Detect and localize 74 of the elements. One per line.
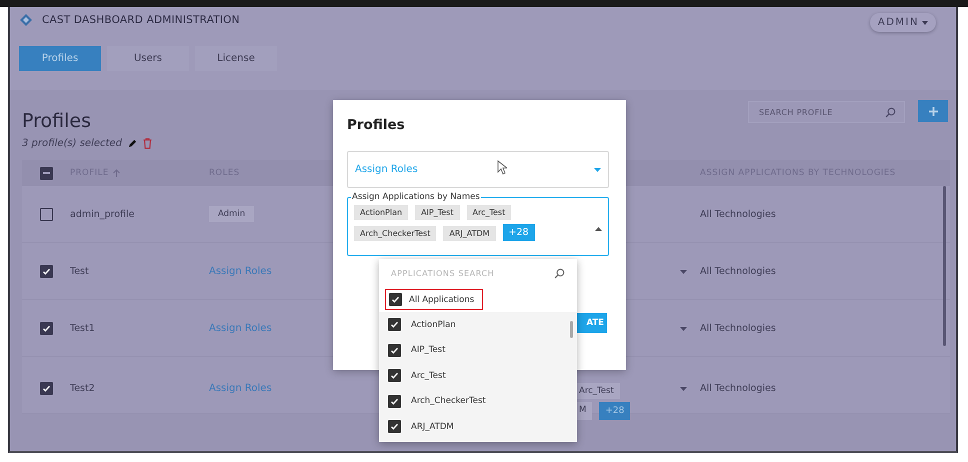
applications-field[interactable]: Assign Applications by Names ActionPlan AIP_Test Arc_Test Arch_CheckerTest ARJ_ATDM +28 <box>347 192 609 256</box>
all-applications-option[interactable]: All Applications <box>385 289 484 310</box>
caret-icon[interactable] <box>595 227 602 231</box>
profile-name: Test <box>70 266 90 276</box>
checkmark-icon <box>390 371 399 380</box>
technologies-cell-text: All Technologies <box>700 322 777 334</box>
application-option[interactable]: Arch_CheckerTest <box>411 396 486 406</box>
application-chip: AIP_Test <box>415 205 460 220</box>
selection-note: 3 profile(s) selected <box>22 138 122 149</box>
dropdown-caret-icon[interactable] <box>680 387 687 391</box>
search-input[interactable]: SEARCH PROFILE <box>757 106 885 118</box>
dialog-title: Profiles <box>347 117 406 133</box>
more-count-badge: +28 <box>502 224 535 241</box>
caret-icon <box>594 168 601 172</box>
checkbox[interactable] <box>40 264 53 278</box>
application-chip: Arch_CheckerTest <box>354 226 436 241</box>
dropdown-caret-icon[interactable] <box>680 326 687 330</box>
add-button[interactable] <box>918 100 948 122</box>
more-count-badge: +28 <box>599 402 630 420</box>
checkbox[interactable] <box>388 394 401 408</box>
applications-search-input[interactable]: APPLICATIONS SEARCH <box>389 268 533 278</box>
profile-name: Test2 <box>70 383 96 394</box>
checkmark-icon <box>390 320 399 330</box>
caret-icon <box>922 20 928 24</box>
checkmark-icon <box>42 384 51 393</box>
checkbox[interactable] <box>40 208 53 220</box>
checkbox[interactable] <box>388 318 401 332</box>
mouse-cursor-icon <box>497 160 507 175</box>
logo-icon <box>20 14 32 26</box>
application-option[interactable]: ActionPlan <box>411 320 456 330</box>
application-chip: ActionPlan <box>354 205 408 220</box>
checkmark-icon <box>42 324 51 332</box>
dropdown-caret-icon[interactable] <box>680 270 687 274</box>
user-menu[interactable]: ADMIN <box>870 13 936 32</box>
profile-name: Test1 <box>70 322 96 334</box>
checkbox[interactable] <box>388 344 401 357</box>
checkmark-icon <box>391 295 400 304</box>
technologies-cell-text: All Technologies <box>700 266 777 276</box>
search-icon <box>554 268 565 278</box>
app-title: CAST DASHBOARD ADMINISTRATION <box>42 14 240 26</box>
applications-search-field[interactable]: APPLICATIONS SEARCH <box>379 259 577 287</box>
checkmark-icon <box>390 346 399 355</box>
plus-icon <box>928 106 938 116</box>
tab[interactable]: License <box>195 46 277 71</box>
checkmark-icon <box>42 266 51 276</box>
application-chip: Arc_Test <box>466 205 512 220</box>
field-legend: Assign Applications by Names <box>351 192 481 202</box>
scrollbar[interactable] <box>570 321 573 338</box>
application-option[interactable]: AIP_Test <box>411 345 446 356</box>
pencil-icon[interactable] <box>128 139 137 148</box>
checkbox[interactable] <box>40 382 53 395</box>
application-option[interactable]: ARJ_ATDM <box>411 422 454 432</box>
role-tag: Admin <box>209 206 254 222</box>
minus-icon <box>43 172 50 174</box>
checkbox[interactable] <box>388 420 401 434</box>
tab[interactable]: Users <box>107 46 189 71</box>
technologies-cell-text: All Technologies <box>700 383 777 394</box>
checkmark-icon <box>390 422 399 432</box>
checkbox[interactable] <box>388 369 401 382</box>
scrollbar[interactable] <box>943 186 946 346</box>
checkbox[interactable] <box>389 293 402 306</box>
application-option[interactable]: Arc_Test <box>411 370 446 381</box>
select-all-checkbox[interactable] <box>40 166 53 180</box>
application-chip: ARJ_ATDM <box>443 226 496 241</box>
profile-name: admin_profile <box>70 208 136 220</box>
search-icon <box>885 106 896 118</box>
search-field[interactable]: SEARCH PROFILE <box>748 101 905 123</box>
tab[interactable]: Profiles <box>19 46 101 71</box>
page-title: Profiles <box>22 110 91 132</box>
technologies-cell-text: All Technologies <box>700 208 777 220</box>
checkmark-icon <box>390 396 399 406</box>
update-button[interactable]: ATE <box>576 313 607 333</box>
checkbox[interactable] <box>40 322 53 334</box>
roles-select[interactable]: Assign Roles <box>347 151 609 188</box>
